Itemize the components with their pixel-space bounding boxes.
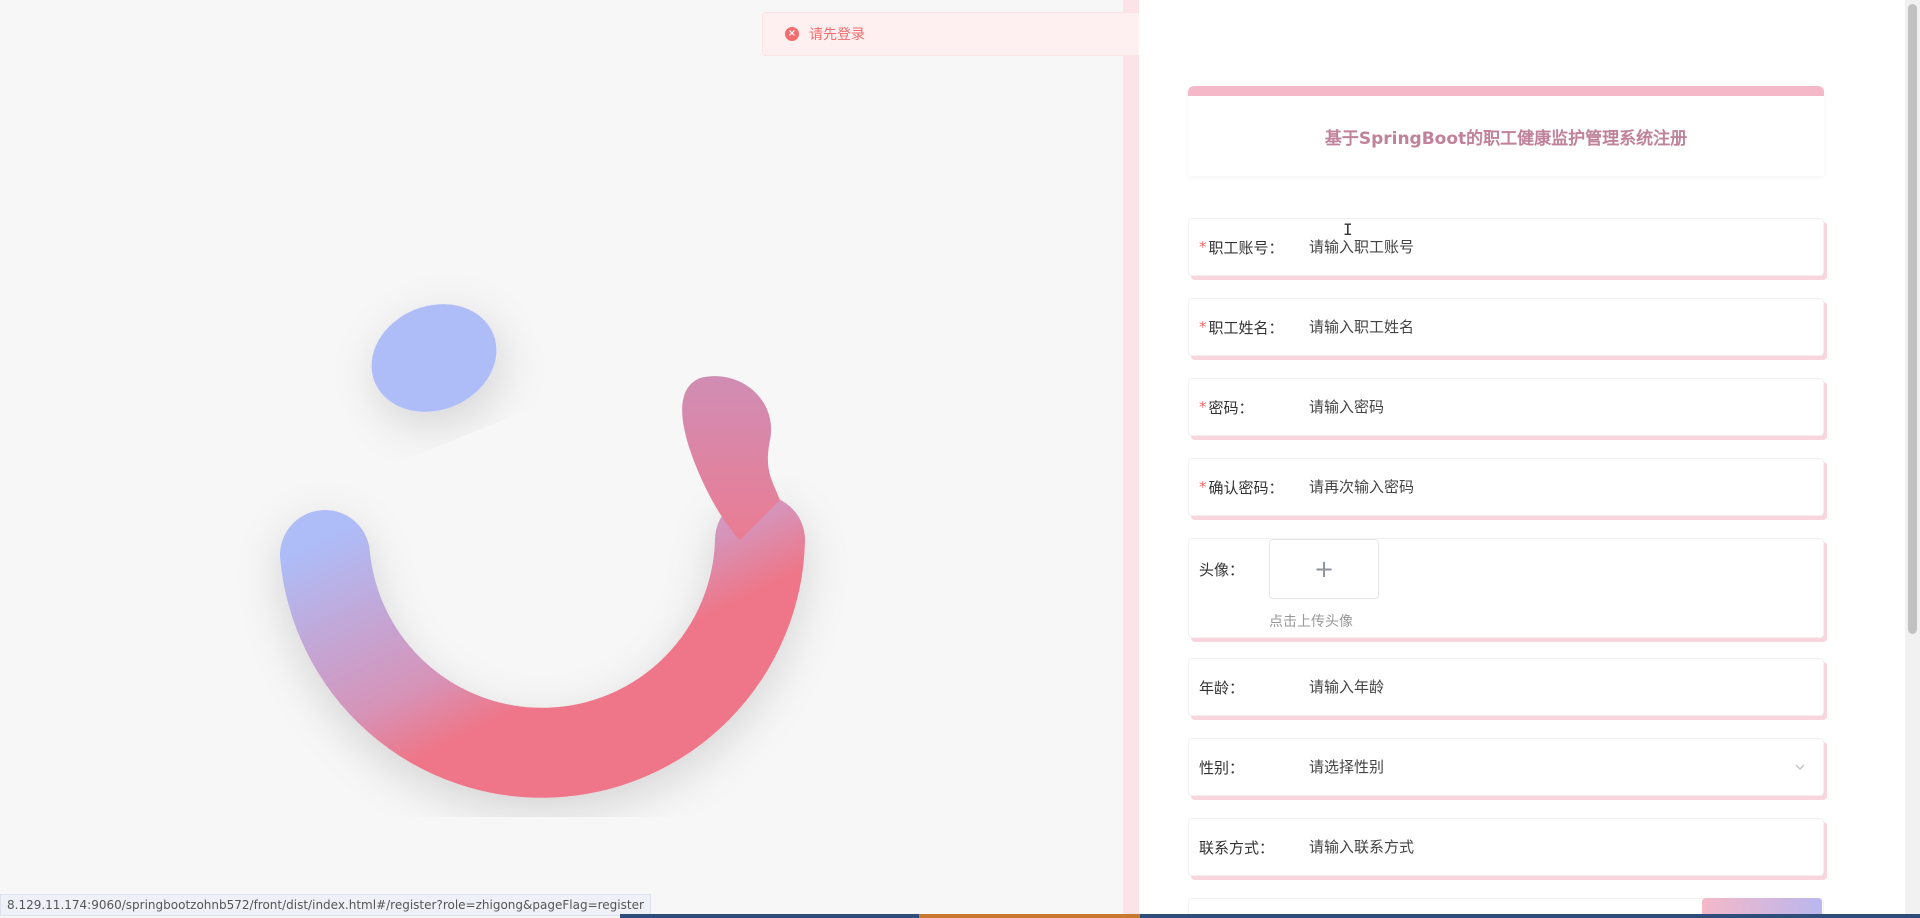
field-label: 年龄： [1199,678,1245,697]
required-mark: * [1199,398,1207,416]
field-label: * 确认密码： [1199,478,1284,497]
contact-input[interactable] [1309,819,1823,875]
gender-select[interactable] [1309,739,1793,795]
status-bar-url: 8.129.11.174:9060/springbootzohnb572/fro… [0,894,651,916]
left-pane [0,0,1123,918]
form-row-avatar: 头像： + 点击上传头像 [1188,538,1824,638]
avatar-upload-button[interactable]: + [1269,539,1379,599]
password-input[interactable] [1309,379,1823,435]
form-title: 基于SpringBoot的职工健康监护管理系统注册 [1324,128,1688,149]
form-row-confirm-password: * 确认密码： [1188,458,1824,516]
form-row-account: * 职工账号： [1188,218,1824,276]
form-row-gender[interactable]: 性别： [1188,738,1824,796]
field-label: 性别： [1199,758,1245,777]
loader-dot [371,304,497,412]
close-circle-icon: × [785,27,799,41]
field-label: * 职工姓名： [1199,318,1284,337]
scrollbar[interactable] [1905,0,1920,918]
text-cursor-icon: I [1343,220,1353,239]
account-input[interactable] [1309,219,1823,275]
scrollbar-thumb[interactable] [1908,4,1917,634]
divider-bar [1123,0,1139,918]
field-label: 联系方式： [1199,838,1275,857]
field-label: * 职工账号： [1199,238,1284,257]
plus-icon: + [1313,555,1335,583]
required-mark: * [1199,478,1207,496]
form-row-age: 年龄： [1188,658,1824,716]
avatar-upload-hint: 点击上传头像 [1269,614,1353,630]
name-input[interactable] [1309,299,1823,355]
loader-arc [280,495,805,798]
form-row-contact: 联系方式： [1188,818,1824,876]
form-row-password: * 密码： [1188,378,1824,436]
required-mark: * [1199,238,1207,256]
toast-message: 请先登录 [809,27,865,43]
age-input[interactable] [1309,659,1823,715]
loader-graphic [280,304,805,798]
error-toast: × 请先登录 [762,12,1142,56]
required-mark: * [1199,318,1207,336]
form-title-card: 基于SpringBoot的职工健康监护管理系统注册 [1188,86,1824,176]
field-label: * 密码： [1199,398,1254,417]
form-row-name: * 职工姓名： [1188,298,1824,356]
confirm-password-input[interactable] [1309,459,1823,515]
chevron-down-icon[interactable] [1793,760,1807,774]
taskbar-strip [620,914,1920,918]
